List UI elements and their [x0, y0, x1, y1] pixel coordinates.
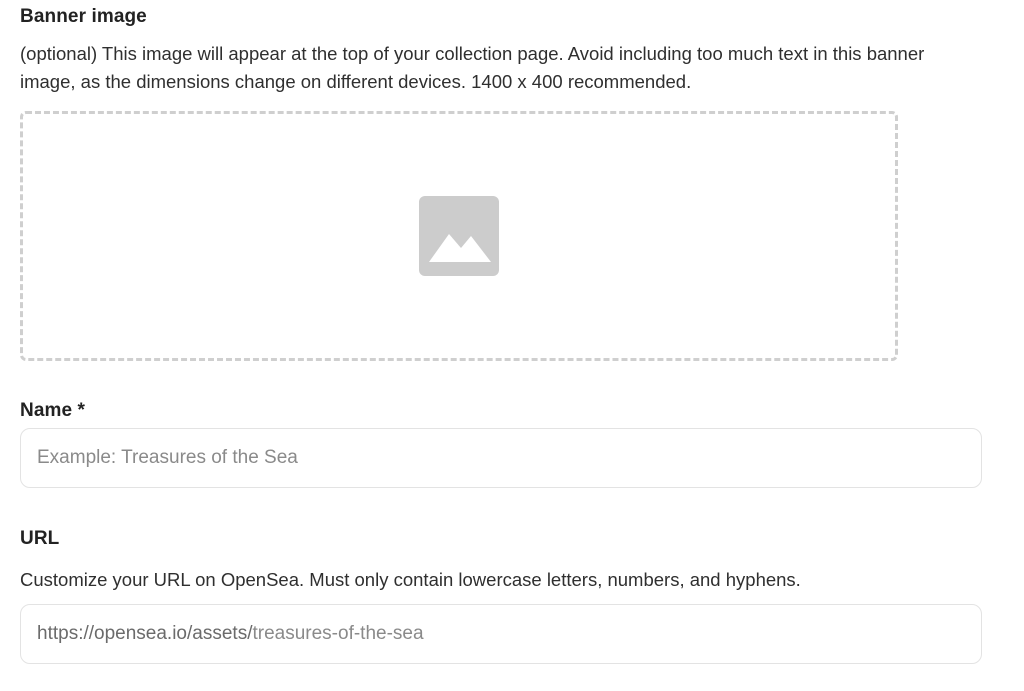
name-input[interactable]	[37, 447, 965, 469]
name-section: Name *	[20, 400, 984, 422]
url-label: URL	[20, 528, 60, 549]
url-description: Customize your URL on OpenSea. Must only…	[20, 569, 801, 590]
banner-image-label: Banner image	[20, 6, 147, 27]
name-field[interactable]	[20, 428, 982, 488]
url-input[interactable]	[252, 623, 965, 645]
name-label: Name *	[20, 400, 86, 421]
banner-image-description: (optional) This image will appear at the…	[20, 43, 925, 92]
banner-image-section: Banner image (optional) This image will …	[20, 6, 990, 96]
url-prefix: https://opensea.io/assets/	[37, 623, 253, 644]
url-field[interactable]: https://opensea.io/assets/	[20, 604, 982, 664]
url-section: URL Customize your URL on OpenSea. Must …	[20, 528, 984, 594]
image-placeholder-icon	[419, 196, 499, 276]
banner-image-dropzone[interactable]	[20, 111, 898, 361]
